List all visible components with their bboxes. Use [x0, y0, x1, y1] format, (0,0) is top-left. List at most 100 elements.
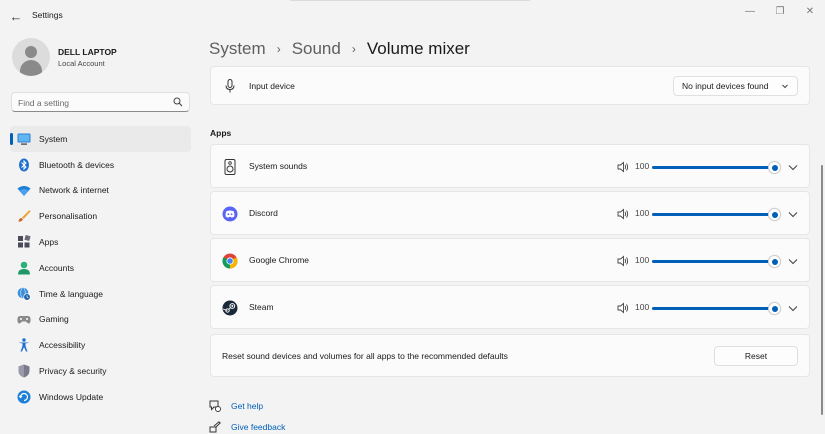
sidebar-item-accounts[interactable]: Accounts [10, 255, 191, 281]
sidebar-item-time-language[interactable]: Time & language [10, 281, 191, 307]
volume-slider[interactable] [652, 161, 782, 174]
bluetooth-icon [17, 158, 31, 172]
volume-control: 100 [617, 160, 799, 174]
breadcrumb-sound[interactable]: Sound [292, 39, 341, 59]
breadcrumb-system[interactable]: System [209, 39, 266, 59]
apps-icon [17, 235, 31, 249]
feedback-icon [209, 421, 221, 433]
scrollbar[interactable] [821, 165, 823, 415]
profile-name: DELL LAPTOP [58, 47, 117, 57]
volume-icon[interactable] [617, 161, 629, 173]
sidebar-item-label: Network & internet [39, 185, 109, 196]
get-help-link[interactable]: Get help [231, 401, 263, 411]
sidebar-nav: System Bluetooth & devices Network & int… [10, 126, 191, 410]
expand-button[interactable] [787, 162, 799, 172]
avatar [12, 38, 50, 76]
volume-icon[interactable] [617, 255, 629, 267]
speaker-icon [222, 159, 238, 175]
app-name: Steam [249, 302, 274, 312]
volume-value: 100 [635, 255, 650, 265]
volume-control: 100 [617, 254, 799, 268]
search-input[interactable] [18, 96, 168, 109]
volume-value: 100 [635, 302, 650, 312]
slider-thumb[interactable] [768, 208, 782, 221]
sidebar-item-label: System [39, 133, 68, 144]
wifi-icon [17, 184, 31, 198]
sidebar-item-label: Gaming [39, 314, 69, 325]
search-box[interactable] [11, 92, 190, 112]
breadcrumb: System › Sound › Volume mixer [209, 37, 470, 61]
account-icon [17, 261, 31, 275]
slider-fill [652, 260, 775, 263]
volume-icon[interactable] [617, 208, 629, 220]
system-icon [17, 132, 31, 146]
maximize-icon: ❐ [775, 5, 785, 17]
volume-control: 100 [617, 301, 799, 315]
sidebar-item-accessibility[interactable]: Accessibility [10, 332, 191, 358]
input-device-dropdown[interactable]: No input devices found [673, 76, 798, 96]
give-feedback-link[interactable]: Give feedback [231, 422, 285, 432]
brush-icon [17, 209, 31, 223]
sidebar-item-label: Windows Update [39, 391, 104, 402]
maximize-button[interactable]: ❐ [769, 4, 791, 18]
expand-button[interactable] [787, 209, 799, 219]
breadcrumb-separator: › [351, 42, 356, 56]
app-name: Google Chrome [249, 255, 310, 265]
app-title: Settings [32, 10, 63, 20]
sidebar-item-label: Apps [39, 237, 59, 248]
sidebar-item-label: Bluetooth & devices [39, 159, 115, 170]
expand-button[interactable] [787, 303, 799, 313]
sidebar-item-label: Accounts [39, 262, 74, 273]
steam-icon [222, 300, 238, 316]
sidebar-item-network[interactable]: Network & internet [10, 178, 191, 204]
sidebar-item-privacy[interactable]: Privacy & security [10, 358, 191, 384]
volume-slider[interactable] [652, 255, 782, 268]
close-button[interactable]: ✕ [799, 4, 821, 18]
globe-clock-icon [17, 287, 31, 301]
sidebar-item-apps[interactable]: Apps [10, 229, 191, 255]
volume-control: 100 [617, 207, 799, 221]
input-device-card: Input device No input devices found [210, 66, 810, 105]
accessibility-icon [17, 338, 31, 352]
help-icon [209, 400, 221, 412]
chevron-down-icon [788, 305, 798, 311]
app-row-steam: Steam 100 [210, 285, 810, 329]
shield-icon [17, 364, 31, 378]
minimize-button[interactable]: — [739, 4, 761, 18]
slider-thumb[interactable] [768, 302, 782, 315]
sidebar-item-label: Accessibility [39, 340, 86, 351]
search-icon[interactable] [173, 97, 183, 107]
sidebar-item-system[interactable]: System [10, 126, 191, 152]
slider-fill [652, 166, 775, 169]
update-icon [17, 390, 31, 404]
controller-icon [17, 313, 31, 327]
discord-icon [222, 206, 238, 222]
page-title: Volume mixer [366, 39, 470, 58]
chevron-down-icon [788, 211, 798, 217]
slider-thumb[interactable] [768, 161, 782, 174]
volume-slider[interactable] [652, 208, 782, 221]
microphone-icon [222, 78, 238, 94]
user-profile[interactable]: DELL LAPTOP Local Account [12, 38, 192, 78]
volume-slider[interactable] [652, 302, 782, 315]
volume-value: 100 [635, 208, 650, 218]
sidebar-item-personalisation[interactable]: Personalisation [10, 203, 191, 229]
sidebar-item-gaming[interactable]: Gaming [10, 307, 191, 333]
sidebar-item-bluetooth[interactable]: Bluetooth & devices [10, 152, 191, 178]
reset-description: Reset sound devices and volumes for all … [222, 351, 508, 361]
back-button[interactable]: ← [6, 6, 26, 26]
back-arrow-icon: ← [9, 8, 23, 24]
close-icon: ✕ [805, 5, 815, 17]
volume-value: 100 [635, 161, 650, 171]
expand-button[interactable] [787, 256, 799, 266]
app-name: System sounds [249, 161, 308, 171]
slider-thumb[interactable] [768, 255, 782, 268]
sidebar-item-windows-update[interactable]: Windows Update [10, 384, 191, 410]
reset-button[interactable]: Reset [714, 346, 798, 366]
volume-icon[interactable] [617, 302, 629, 314]
chevron-down-icon [782, 84, 788, 89]
dropdown-value: No input devices found [682, 81, 769, 91]
apps-section-title: Apps [210, 128, 232, 138]
chrome-icon [222, 253, 238, 269]
app-row-discord: Discord 100 [210, 191, 810, 235]
